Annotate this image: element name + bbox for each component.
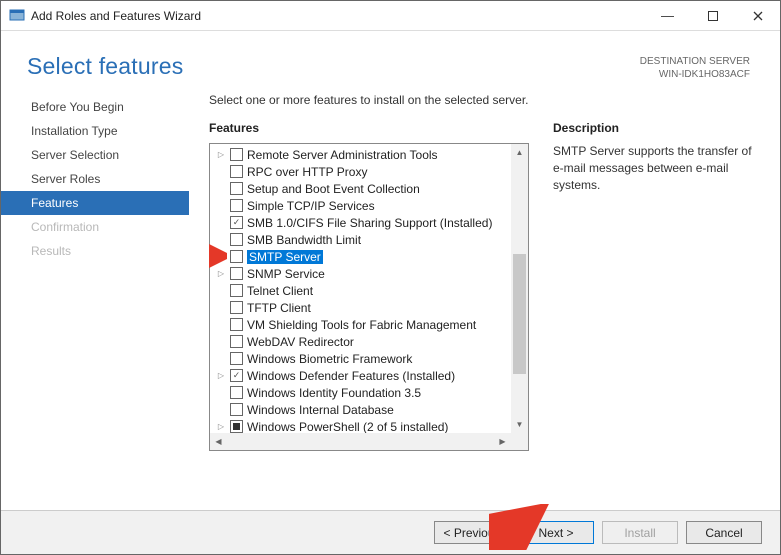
feature-row[interactable]: VM Shielding Tools for Fabric Management xyxy=(216,316,511,333)
feature-row[interactable]: SMB Bandwidth Limit xyxy=(216,231,511,248)
feature-label: Windows PowerShell (2 of 5 installed) xyxy=(247,420,448,434)
instruction-text: Select one or more features to install o… xyxy=(209,91,754,121)
wizard-steps: Before You BeginInstallation TypeServer … xyxy=(1,91,189,510)
app-icon xyxy=(9,8,25,24)
feature-checkbox[interactable] xyxy=(230,352,243,365)
feature-row[interactable]: ▷ Remote Server Administration Tools xyxy=(216,146,511,163)
feature-checkbox[interactable] xyxy=(230,250,243,263)
expand-icon[interactable]: ▷ xyxy=(216,269,226,278)
expand-icon[interactable]: ▷ xyxy=(216,422,226,431)
description-heading: Description xyxy=(553,121,754,135)
feature-label: SMTP Server xyxy=(247,250,323,264)
description-text: SMTP Server supports the transfer of e-m… xyxy=(553,143,754,193)
description-column: Description SMTP Server supports the tra… xyxy=(553,121,754,510)
feature-checkbox[interactable] xyxy=(230,199,243,212)
main-pane: Select one or more features to install o… xyxy=(189,91,754,510)
feature-label: VM Shielding Tools for Fabric Management xyxy=(247,318,476,332)
feature-label: Remote Server Administration Tools xyxy=(247,148,438,162)
features-column: Features ▷ Remote Server Administration T… xyxy=(209,121,529,510)
feature-checkbox[interactable] xyxy=(230,420,243,433)
feature-checkbox[interactable] xyxy=(230,165,243,178)
feature-checkbox[interactable] xyxy=(230,386,243,399)
feature-checkbox[interactable] xyxy=(230,267,243,280)
feature-checkbox[interactable] xyxy=(230,148,243,161)
feature-label: TFTP Client xyxy=(247,301,311,315)
feature-row[interactable]: TFTP Client xyxy=(216,299,511,316)
feature-label: Windows Identity Foundation 3.5 xyxy=(247,386,421,400)
feature-row[interactable]: SMTP Server xyxy=(216,248,511,265)
previous-button[interactable]: < Previous xyxy=(434,521,510,544)
feature-row[interactable]: Windows Identity Foundation 3.5 xyxy=(216,384,511,401)
header: Select features DESTINATION SERVER WIN-I… xyxy=(1,31,780,91)
feature-row[interactable]: ▷ ✓ Windows Defender Features (Installed) xyxy=(216,367,511,384)
window-title: Add Roles and Features Wizard xyxy=(31,9,645,23)
features-heading: Features xyxy=(209,121,529,135)
feature-label: Setup and Boot Event Collection xyxy=(247,182,420,196)
minimize-button[interactable]: — xyxy=(645,1,690,30)
feature-checkbox[interactable] xyxy=(230,284,243,297)
feature-row[interactable]: WebDAV Redirector xyxy=(216,333,511,350)
sidebar-item-features[interactable]: Features xyxy=(1,191,189,215)
sidebar-item-installation-type[interactable]: Installation Type xyxy=(1,119,189,143)
feature-label: SMB Bandwidth Limit xyxy=(247,233,361,247)
expand-icon[interactable]: ▷ xyxy=(216,150,226,159)
scroll-left-icon[interactable]: ◀ xyxy=(210,433,227,450)
wizard-window: Add Roles and Features Wizard — Select f… xyxy=(0,0,781,555)
feature-label: Simple TCP/IP Services xyxy=(247,199,375,213)
page-title: Select features xyxy=(27,53,640,80)
body: Before You BeginInstallation TypeServer … xyxy=(1,91,780,510)
close-button[interactable] xyxy=(735,1,780,30)
feature-row[interactable]: Windows Biometric Framework xyxy=(216,350,511,367)
feature-label: Windows Defender Features (Installed) xyxy=(247,369,455,383)
feature-checkbox[interactable]: ✓ xyxy=(230,369,243,382)
sidebar-item-confirmation: Confirmation xyxy=(1,215,189,239)
feature-checkbox[interactable]: ✓ xyxy=(230,216,243,229)
feature-label: Windows Internal Database xyxy=(247,403,394,417)
feature-label: SNMP Service xyxy=(247,267,325,281)
vertical-scrollbar[interactable]: ▲ ▼ xyxy=(511,144,528,433)
install-button[interactable]: Install xyxy=(602,521,678,544)
destination-info: DESTINATION SERVER WIN-IDK1HO83ACF xyxy=(640,53,750,81)
destination-server: WIN-IDK1HO83ACF xyxy=(640,68,750,81)
scroll-up-icon[interactable]: ▲ xyxy=(511,144,528,161)
feature-row[interactable]: ▷ Windows PowerShell (2 of 5 installed) xyxy=(216,418,511,433)
feature-row[interactable]: ✓ SMB 1.0/CIFS File Sharing Support (Inst… xyxy=(216,214,511,231)
scroll-right-icon[interactable]: ▶ xyxy=(494,433,511,450)
feature-checkbox[interactable] xyxy=(230,233,243,246)
feature-checkbox[interactable] xyxy=(230,403,243,416)
sidebar-item-server-selection[interactable]: Server Selection xyxy=(1,143,189,167)
scrollbar-thumb[interactable] xyxy=(513,254,526,374)
feature-label: RPC over HTTP Proxy xyxy=(247,165,367,179)
feature-checkbox[interactable] xyxy=(230,335,243,348)
scrollbar-corner xyxy=(511,433,528,450)
feature-row[interactable]: ▷ SNMP Service xyxy=(216,265,511,282)
sidebar-item-before-you-begin[interactable]: Before You Begin xyxy=(1,95,189,119)
feature-checkbox[interactable] xyxy=(230,301,243,314)
titlebar: Add Roles and Features Wizard — xyxy=(1,1,780,31)
maximize-button[interactable] xyxy=(690,1,735,30)
horizontal-scrollbar[interactable]: ◀ ▶ xyxy=(210,433,511,450)
feature-row[interactable]: Telnet Client xyxy=(216,282,511,299)
features-listbox[interactable]: ▷ Remote Server Administration Tools RPC o… xyxy=(209,143,529,451)
columns: Features ▷ Remote Server Administration T… xyxy=(209,121,754,510)
feature-label: SMB 1.0/CIFS File Sharing Support (Insta… xyxy=(247,216,492,230)
next-button[interactable]: Next > xyxy=(518,521,594,544)
sidebar-item-server-roles[interactable]: Server Roles xyxy=(1,167,189,191)
sidebar-item-results: Results xyxy=(1,239,189,263)
destination-label: DESTINATION SERVER xyxy=(640,55,750,68)
cancel-button[interactable]: Cancel xyxy=(686,521,762,544)
expand-icon[interactable]: ▷ xyxy=(216,371,226,380)
feature-label: Windows Biometric Framework xyxy=(247,352,412,366)
feature-label: WebDAV Redirector xyxy=(247,335,354,349)
scroll-down-icon[interactable]: ▼ xyxy=(511,416,528,433)
feature-checkbox[interactable] xyxy=(230,318,243,331)
feature-label: Telnet Client xyxy=(247,284,313,298)
feature-checkbox[interactable] xyxy=(230,182,243,195)
feature-row[interactable]: Setup and Boot Event Collection xyxy=(216,180,511,197)
footer: < Previous Next > Install Cancel xyxy=(1,510,780,554)
feature-row[interactable]: RPC over HTTP Proxy xyxy=(216,163,511,180)
feature-row[interactable]: Windows Internal Database xyxy=(216,401,511,418)
feature-row[interactable]: Simple TCP/IP Services xyxy=(216,197,511,214)
